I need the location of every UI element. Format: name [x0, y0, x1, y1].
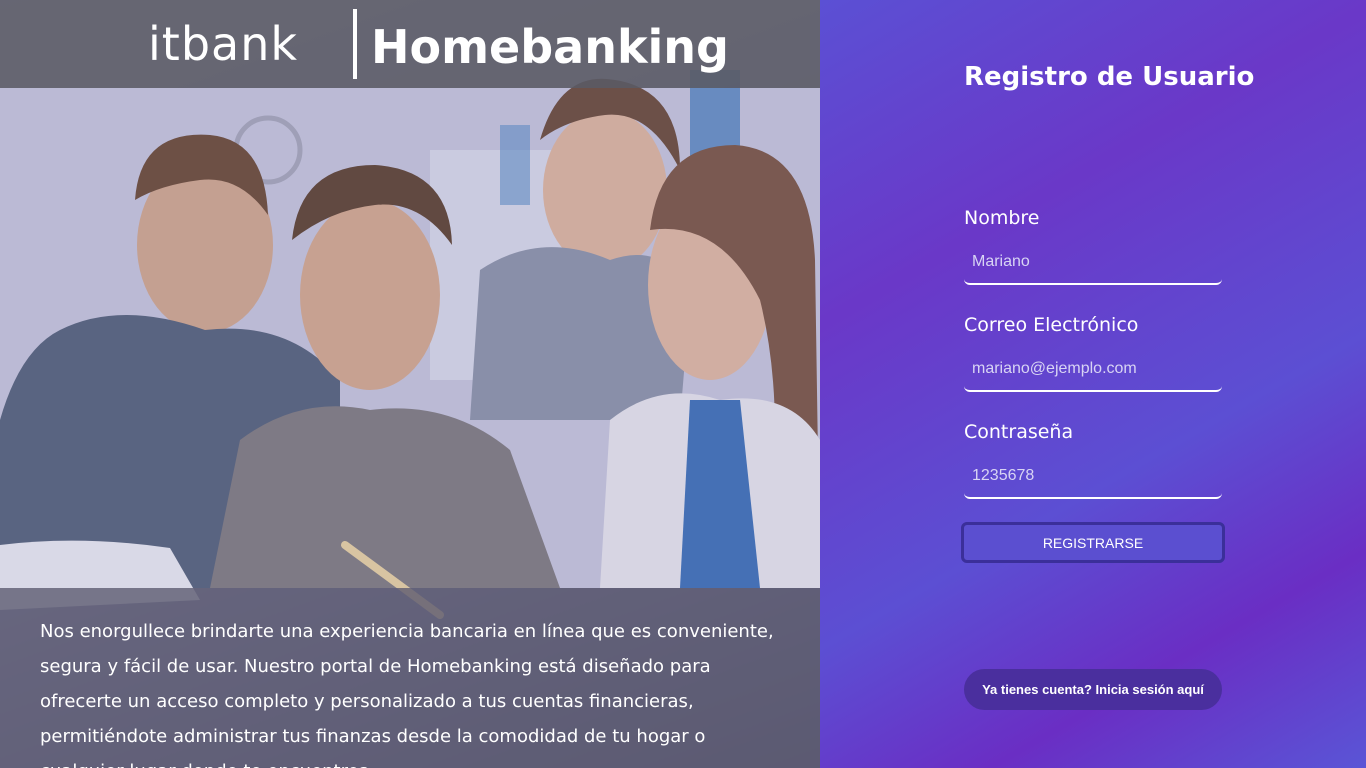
password-label: Contraseña: [964, 421, 1074, 443]
hero-caption-text: Nos enorgullece brindarte una experienci…: [40, 621, 774, 768]
brand-header: itbank Homebanking: [0, 0, 820, 88]
email-label: Correo Electrónico: [964, 314, 1139, 336]
form-title: Registro de Usuario: [964, 62, 1255, 92]
registration-panel: Registro de Usuario Nombre Correo Electr…: [820, 0, 1366, 768]
hero-caption: Nos enorgullece brindarte una experienci…: [0, 588, 820, 768]
itbank-logo: itbank: [148, 17, 298, 71]
password-input[interactable]: [964, 455, 1222, 499]
hero-panel: itbank Homebanking Nos enorgullece brind…: [0, 0, 820, 768]
name-input[interactable]: [964, 241, 1222, 285]
page-title: Homebanking: [371, 20, 729, 74]
page: itbank Homebanking Nos enorgullece brind…: [0, 0, 1366, 768]
brand-divider: [353, 9, 357, 79]
register-button[interactable]: REGISTRARSE: [961, 522, 1225, 563]
name-label: Nombre: [964, 207, 1040, 229]
login-link-button[interactable]: Ya tienes cuenta? Inicia sesión aquí: [964, 669, 1222, 710]
email-input[interactable]: [964, 348, 1222, 392]
